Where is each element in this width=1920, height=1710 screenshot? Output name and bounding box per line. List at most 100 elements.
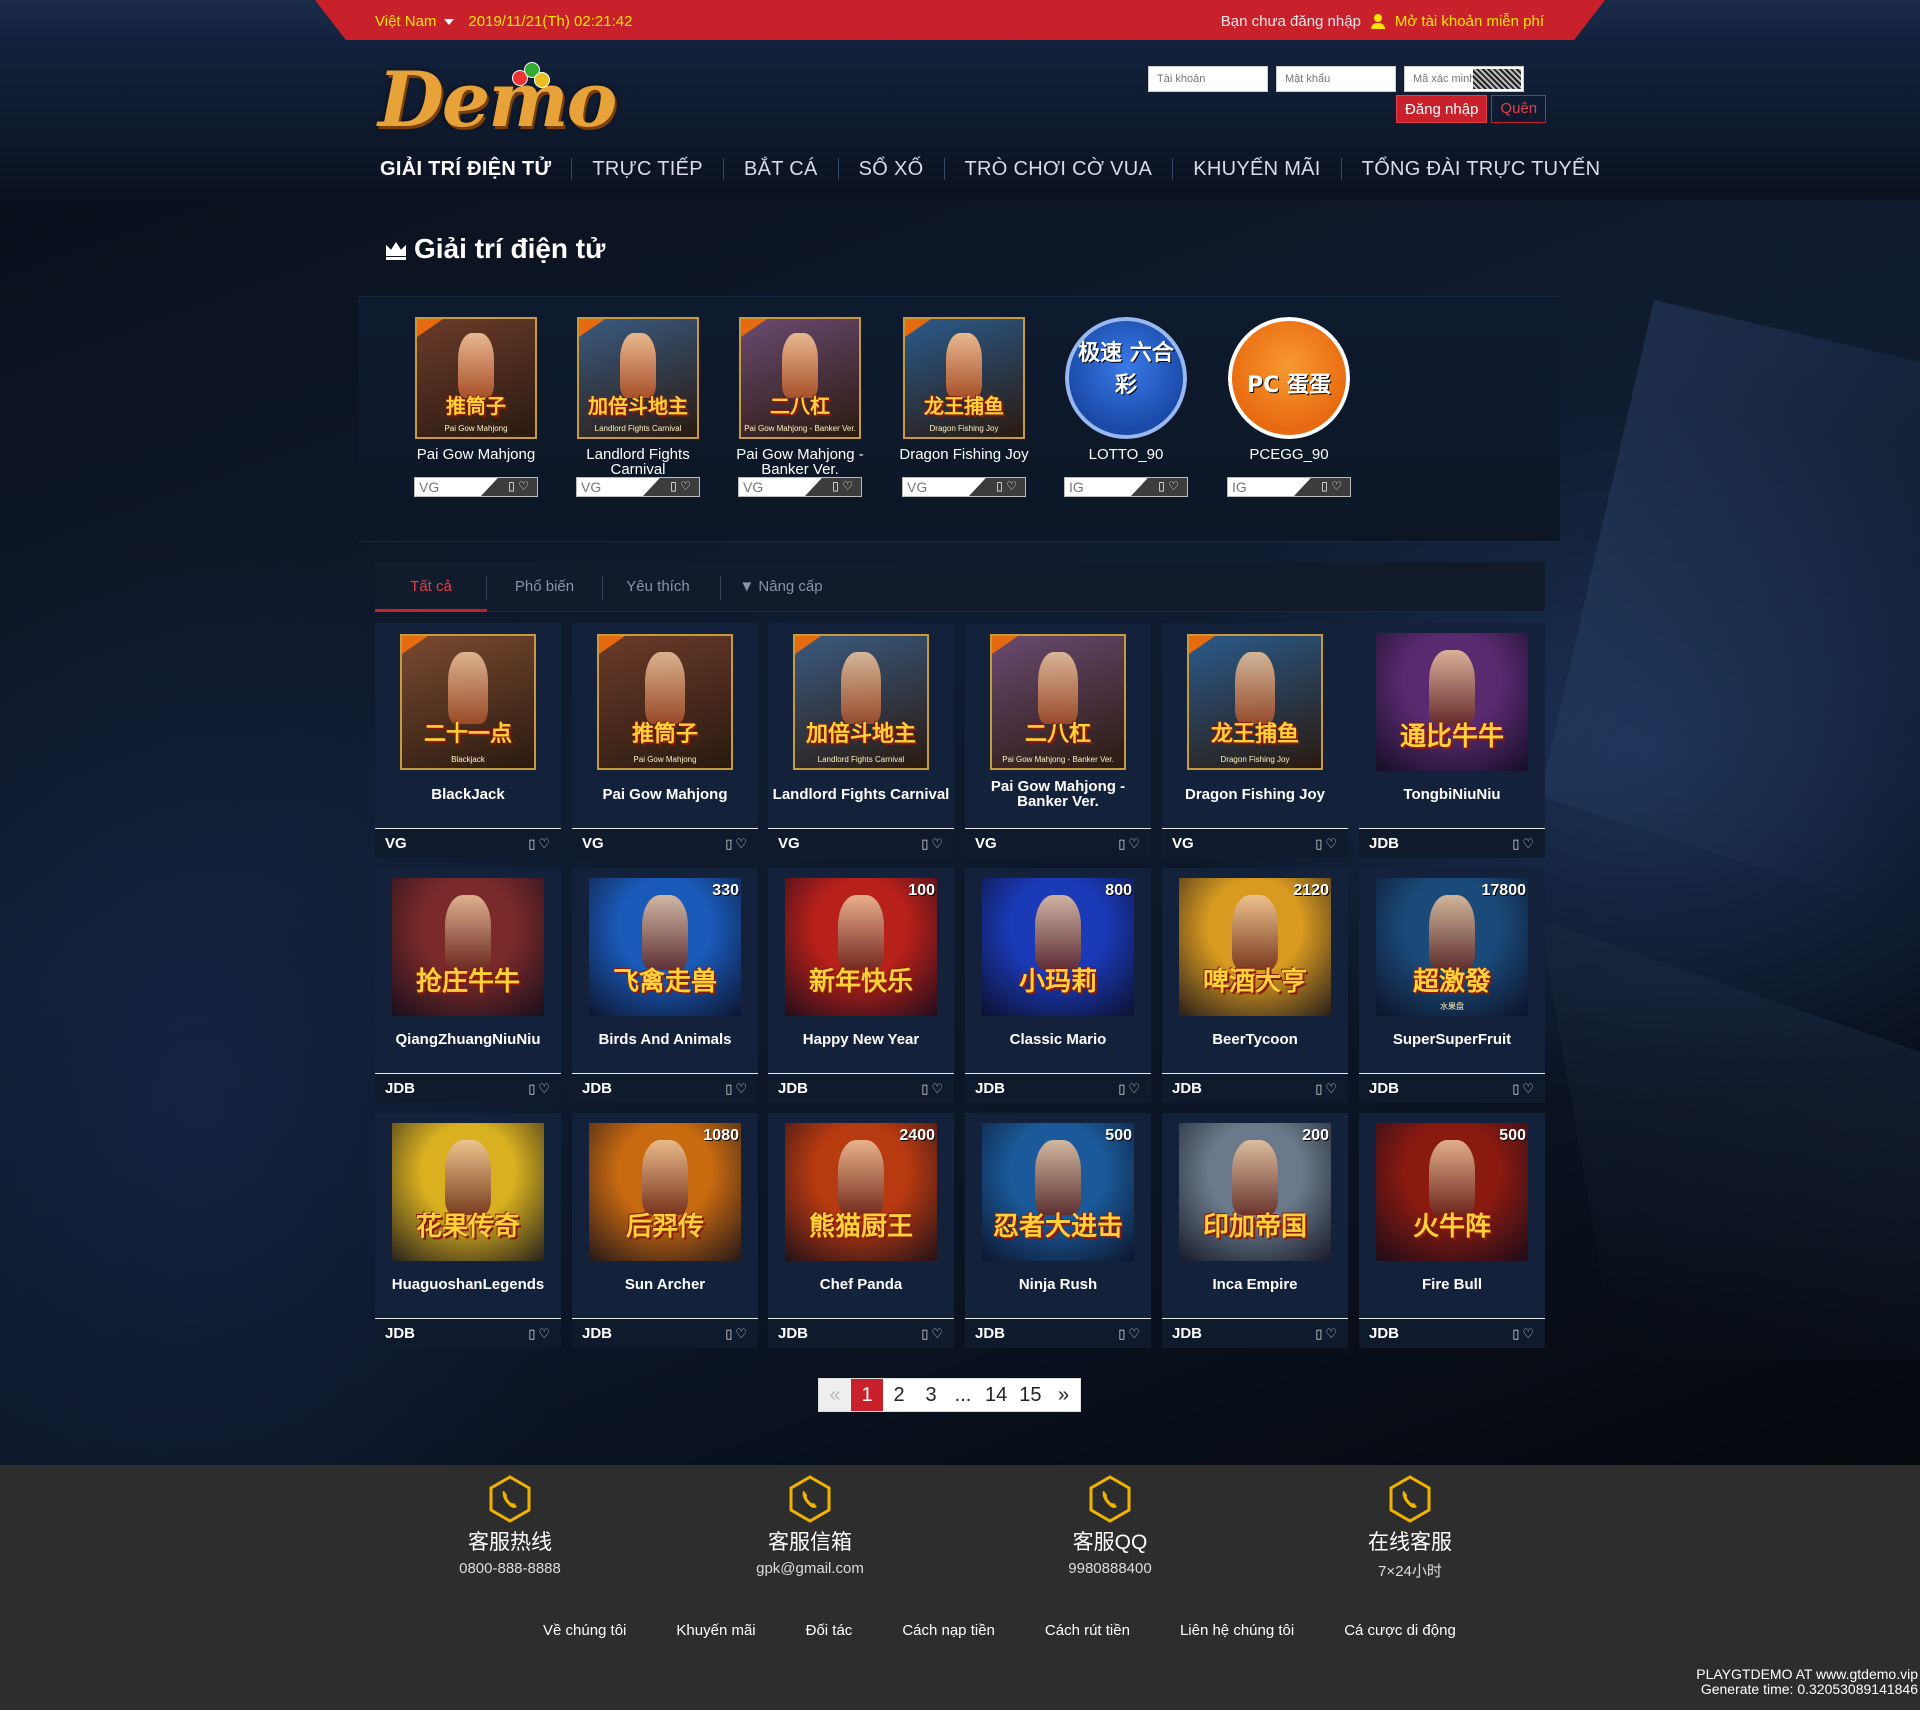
game-thumbnail[interactable]: 二八杠 Pai Gow Mahjong - Banker Ver. bbox=[739, 317, 861, 439]
tab-upgrade[interactable]: ▼ Nâng cấp bbox=[721, 562, 841, 612]
contact-email[interactable]: 客服信箱 gpk@gmail.com bbox=[710, 1475, 910, 1577]
footer-link-mobile[interactable]: Cá cược di động bbox=[1319, 1622, 1481, 1639]
featured-game[interactable]: 二八杠 Pai Gow Mahjong - Banker Ver. Pai Gow … bbox=[720, 317, 880, 497]
footer-link-about[interactable]: Về chúng tôi bbox=[518, 1622, 651, 1639]
mobile-heart-icon[interactable]: ▯♡ bbox=[528, 1326, 553, 1342]
featured-game[interactable]: 推筒子 Pai Gow Mahjong Pai Gow Mahjong VG ▯ ♡ bbox=[396, 317, 556, 497]
game-card[interactable]: 1080 后羿传 Sun Archer JDB ▯♡ bbox=[572, 1113, 758, 1348]
game-card[interactable]: 200 印加帝国 Inca Empire JDB ▯♡ bbox=[1162, 1113, 1348, 1348]
game-thumbnail[interactable]: 17800 超激發 水果盘 bbox=[1371, 878, 1533, 1016]
tab-favorites[interactable]: Yêu thích bbox=[603, 562, 713, 612]
contact-hotline[interactable]: 客服热线 0800-888-8888 bbox=[410, 1475, 610, 1577]
region-select[interactable]: Việt Nam bbox=[375, 13, 455, 30]
game-thumbnail[interactable]: 加倍斗地主 Landlord Fights Carnival bbox=[577, 317, 699, 439]
featured-game[interactable]: PC 蛋蛋 PCEGG_90 IG ▯ ♡ bbox=[1209, 317, 1369, 497]
game-card[interactable]: 推筒子 Pai Gow Mahjong Pai Gow Mahjong VG ▯♡ bbox=[572, 623, 758, 858]
footer-link-deposit[interactable]: Cách nạp tiền bbox=[877, 1622, 1020, 1639]
mobile-heart-icon[interactable]: ▯♡ bbox=[921, 1081, 946, 1097]
tab-popular[interactable]: Phổ biến bbox=[487, 562, 602, 612]
game-thumbnail[interactable]: 抢庄牛牛 bbox=[387, 878, 549, 1016]
mobile-heart-icon[interactable]: ▯♡ bbox=[1118, 836, 1143, 852]
game-thumbnail[interactable]: 800 小玛莉 bbox=[977, 878, 1139, 1016]
mobile-heart-icon[interactable]: ▯♡ bbox=[1118, 1081, 1143, 1097]
mobile-heart-icon[interactable]: ▯♡ bbox=[921, 836, 946, 852]
mobile-heart-icon[interactable]: ▯♡ bbox=[1512, 836, 1537, 852]
game-thumbnail[interactable]: 龙王捕鱼 Dragon Fishing Joy bbox=[1174, 633, 1336, 771]
pagination-page[interactable]: 2 bbox=[883, 1379, 915, 1411]
game-thumbnail[interactable]: 500 忍者大进击 bbox=[977, 1123, 1139, 1261]
game-thumbnail[interactable]: 二八杠 Pai Gow Mahjong - Banker Ver. bbox=[977, 633, 1139, 771]
nav-item-lottery[interactable]: SỔ XỐ bbox=[837, 158, 944, 180]
game-card[interactable]: 2120 啤酒大亨 BeerTycoon JDB ▯♡ bbox=[1162, 868, 1348, 1103]
mobile-heart-icon[interactable]: ▯ ♡ bbox=[670, 479, 691, 493]
mobile-heart-icon[interactable]: ▯♡ bbox=[1315, 1326, 1340, 1342]
nav-item-live[interactable]: TRỰC TIẾP bbox=[571, 158, 723, 180]
contact-live-chat[interactable]: 在线客服 7×24小时 bbox=[1310, 1475, 1510, 1581]
featured-game[interactable]: 极速 六合彩 LOTTO_90 IG ▯ ♡ bbox=[1046, 317, 1206, 497]
mobile-heart-icon[interactable]: ▯♡ bbox=[528, 1081, 553, 1097]
game-card[interactable]: 二十一点 Blackjack BlackJack VG ▯♡ bbox=[375, 623, 561, 858]
game-card[interactable]: 100 新年快乐 Happy New Year JDB ▯♡ bbox=[768, 868, 954, 1103]
login-button[interactable]: Đăng nhập bbox=[1396, 95, 1488, 123]
mobile-heart-icon[interactable]: ▯♡ bbox=[1512, 1081, 1537, 1097]
mobile-heart-icon[interactable]: ▯♡ bbox=[1118, 1326, 1143, 1342]
game-thumbnail[interactable]: 2400 熊猫厨王 bbox=[780, 1123, 942, 1261]
tab-all[interactable]: Tất cả bbox=[375, 562, 487, 612]
game-thumbnail[interactable]: 2120 啤酒大亨 bbox=[1174, 878, 1336, 1016]
featured-game[interactable]: 加倍斗地主 Landlord Fights Carnival Landlord Fi… bbox=[558, 317, 718, 497]
nav-item-support[interactable]: TỔNG ĐÀI TRỰC TUYẾN bbox=[1340, 158, 1621, 180]
mobile-heart-icon[interactable]: ▯♡ bbox=[1315, 836, 1340, 852]
mobile-heart-icon[interactable]: ▯♡ bbox=[725, 836, 750, 852]
nav-item-board-games[interactable]: TRÒ CHƠI CỜ VUA bbox=[943, 158, 1173, 180]
pagination-page[interactable]: 3 bbox=[915, 1379, 947, 1411]
game-card[interactable]: 抢庄牛牛 QiangZhuangNiuNiu JDB ▯♡ bbox=[375, 868, 561, 1103]
forgot-password-button[interactable]: Quên bbox=[1491, 95, 1547, 123]
mobile-heart-icon[interactable]: ▯♡ bbox=[725, 1081, 750, 1097]
game-thumbnail[interactable]: 二十一点 Blackjack bbox=[387, 633, 549, 771]
game-thumbnail[interactable]: 500 火牛阵 bbox=[1371, 1123, 1533, 1261]
mobile-heart-icon[interactable]: ▯ ♡ bbox=[508, 479, 529, 493]
game-card[interactable]: 龙王捕鱼 Dragon Fishing Joy Dragon Fishing Joy… bbox=[1162, 623, 1348, 858]
nav-item-electronic[interactable]: GIẢI TRÍ ĐIỆN TỬ bbox=[380, 158, 571, 180]
mobile-heart-icon[interactable]: ▯ ♡ bbox=[832, 479, 853, 493]
footer-link-withdraw[interactable]: Cách rút tiền bbox=[1020, 1622, 1155, 1639]
pagination-page[interactable]: 15 bbox=[1013, 1379, 1047, 1411]
game-card[interactable]: 500 火牛阵 Fire Bull JDB ▯♡ bbox=[1359, 1113, 1545, 1348]
mobile-heart-icon[interactable]: ▯ ♡ bbox=[996, 479, 1017, 493]
game-thumbnail[interactable]: 推筒子 Pai Gow Mahjong bbox=[415, 317, 537, 439]
mobile-heart-icon[interactable]: ▯♡ bbox=[1512, 1326, 1537, 1342]
game-card[interactable]: 800 小玛莉 Classic Mario JDB ▯♡ bbox=[965, 868, 1151, 1103]
nav-item-fishing[interactable]: BẮT CÁ bbox=[722, 158, 838, 180]
account-input[interactable] bbox=[1148, 66, 1268, 92]
game-card[interactable]: 花果传奇 HuaguoshanLegends JDB ▯♡ bbox=[375, 1113, 561, 1348]
footer-link-contact[interactable]: Liên hệ chúng tôi bbox=[1155, 1622, 1319, 1639]
mobile-heart-icon[interactable]: ▯♡ bbox=[725, 1326, 750, 1342]
game-card[interactable]: 2400 熊猫厨王 Chef Panda JDB ▯♡ bbox=[768, 1113, 954, 1348]
game-thumbnail[interactable]: 加倍斗地主 Landlord Fights Carnival bbox=[780, 633, 942, 771]
pagination-page[interactable]: 14 bbox=[979, 1379, 1013, 1411]
footer-link-promotions[interactable]: Khuyến mãi bbox=[651, 1622, 780, 1639]
game-thumbnail[interactable]: 极速 六合彩 bbox=[1065, 317, 1187, 439]
game-card[interactable]: 500 忍者大进击 Ninja Rush JDB ▯♡ bbox=[965, 1113, 1151, 1348]
footer-link-partners[interactable]: Đối tác bbox=[781, 1622, 878, 1639]
game-thumbnail[interactable]: 推筒子 Pai Gow Mahjong bbox=[584, 633, 746, 771]
mobile-heart-icon[interactable]: ▯ ♡ bbox=[1321, 479, 1342, 493]
nav-item-promotions[interactable]: KHUYẾN MÃI bbox=[1172, 158, 1340, 180]
game-card[interactable]: 二八杠 Pai Gow Mahjong - Banker Ver. Pai Gow … bbox=[965, 623, 1151, 858]
game-thumbnail[interactable]: 花果传奇 bbox=[387, 1123, 549, 1261]
game-thumbnail[interactable]: 330 飞禽走兽 bbox=[584, 878, 746, 1016]
game-card[interactable]: 330 飞禽走兽 Birds And Animals JDB ▯♡ bbox=[572, 868, 758, 1103]
logo[interactable]: Demo bbox=[378, 55, 617, 144]
contact-qq[interactable]: 客服QQ 9980888400 bbox=[1010, 1475, 1210, 1577]
register-link[interactable]: Mở tài khoản miễn phí bbox=[1395, 13, 1544, 30]
game-thumbnail[interactable]: 1080 后羿传 bbox=[584, 1123, 746, 1261]
password-input[interactable] bbox=[1276, 66, 1396, 92]
game-card[interactable]: 通比牛牛 TongbiNiuNiu JDB ▯♡ bbox=[1359, 623, 1545, 858]
mobile-heart-icon[interactable]: ▯♡ bbox=[528, 836, 553, 852]
game-thumbnail[interactable]: 龙王捕鱼 Dragon Fishing Joy bbox=[903, 317, 1025, 439]
game-card[interactable]: 加倍斗地主 Landlord Fights Carnival Landlord Fi… bbox=[768, 623, 954, 858]
game-card[interactable]: 17800 超激發 水果盘 SuperSuperFruit JDB ▯♡ bbox=[1359, 868, 1545, 1103]
mobile-heart-icon[interactable]: ▯♡ bbox=[1315, 1081, 1340, 1097]
game-thumbnail[interactable]: 通比牛牛 bbox=[1371, 633, 1533, 771]
pagination-page[interactable]: 1 bbox=[851, 1379, 883, 1411]
